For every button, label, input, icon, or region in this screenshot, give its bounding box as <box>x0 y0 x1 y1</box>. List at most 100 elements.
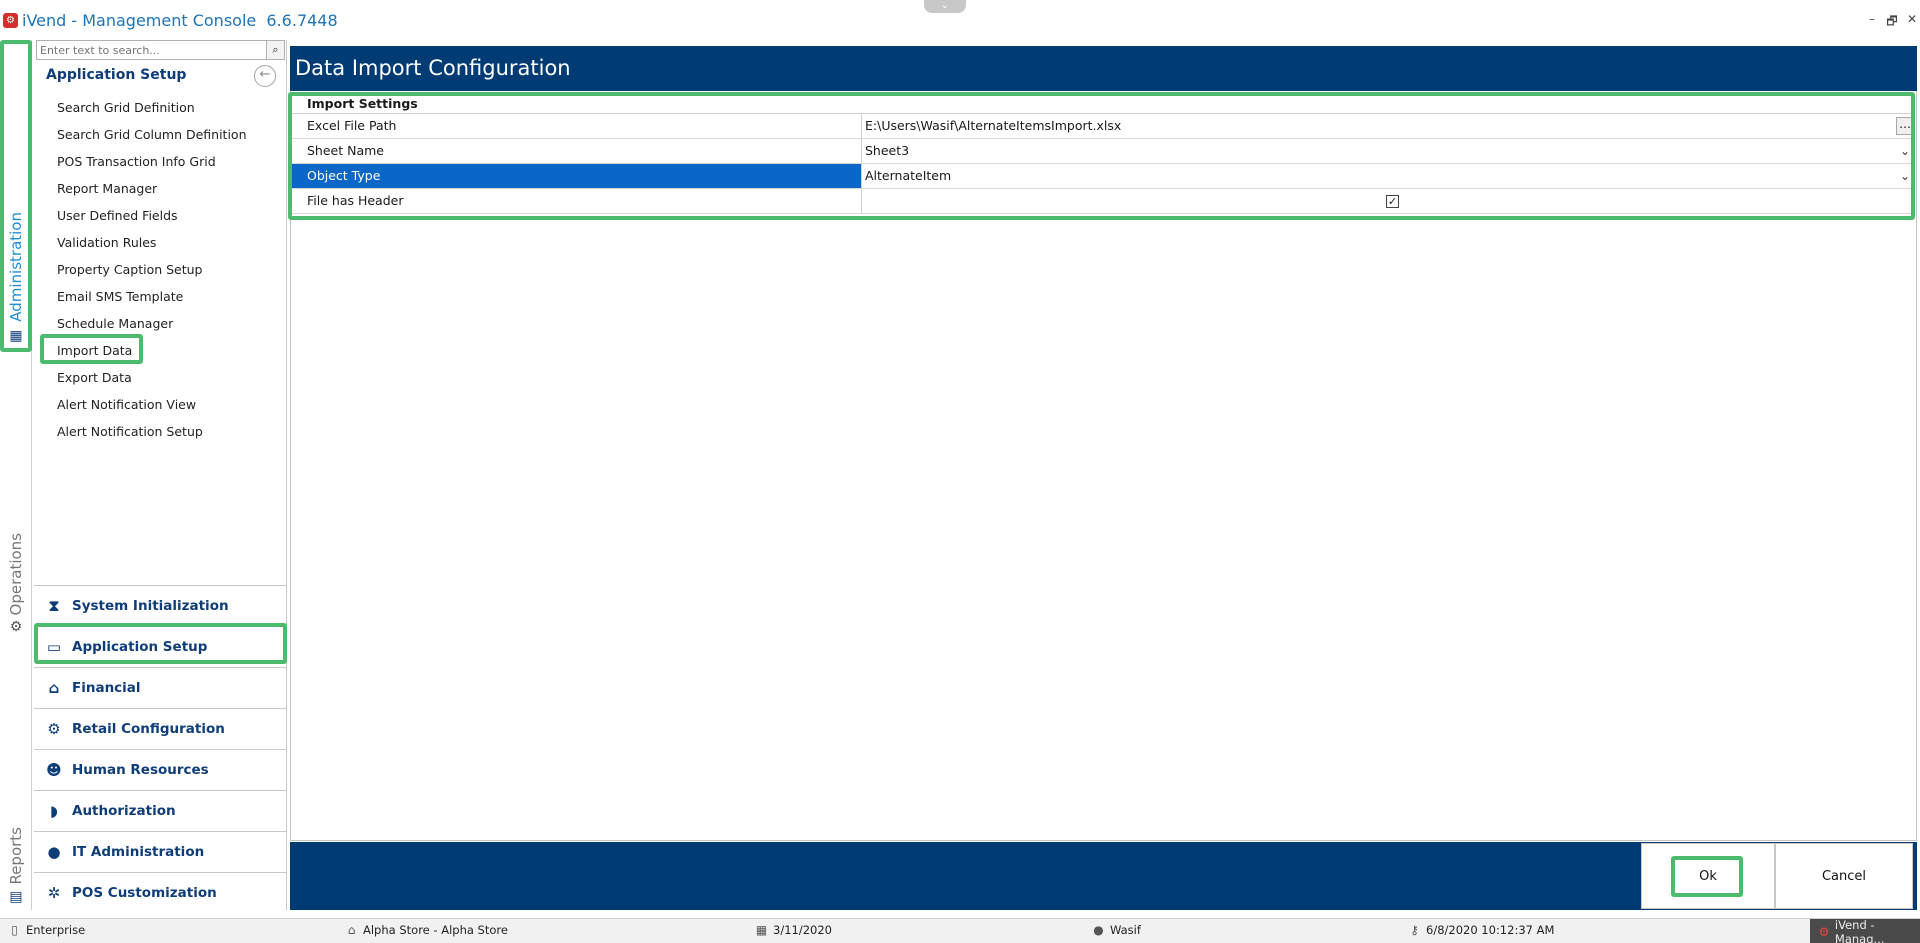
property-value: E:\Users\Wasif\AlternateItemsImport.xlsx <box>865 118 1122 133</box>
back-arrow-icon[interactable]: ← <box>254 65 276 87</box>
app-icon: ⚙ <box>1818 924 1830 939</box>
status-bar: ▯ Enterprise ⌂ Alpha Store - Alpha Store… <box>0 918 1920 943</box>
property-value: AlternateItem <box>865 168 952 183</box>
page-title: Data Import Configuration <box>290 46 1917 91</box>
grid-category: Import Settings <box>291 94 1914 114</box>
sheet-name-select[interactable]: Sheet3 ⌄ <box>862 139 1914 163</box>
status-login-time: ⚷ 6/8/2020 10:12:37 AM <box>1408 923 1554 937</box>
document-icon: ▯ <box>11 923 18 937</box>
sidebar-item-export-data[interactable]: Export Data <box>34 364 287 391</box>
status-text: iVend - Manag... <box>1834 917 1885 943</box>
module-label: System Initialization <box>72 598 229 614</box>
close-button[interactable]: ✕ <box>1904 12 1920 26</box>
building-icon: ▦ <box>9 328 23 344</box>
sidebar-item-search-grid-definition[interactable]: Search Grid Definition <box>34 94 287 121</box>
calendar-icon: ▦ <box>755 923 768 937</box>
sidebar-item-search-grid-column-definition[interactable]: Search Grid Column Definition <box>34 121 287 148</box>
module-authorization[interactable]: ◗ Authorization <box>34 790 287 831</box>
sidebar-item-email-sms-template[interactable]: Email SMS Template <box>34 283 287 310</box>
minimize-button[interactable]: – <box>1864 12 1880 26</box>
chevron-down-icon[interactable]: ⌄ <box>1900 139 1910 163</box>
module-system-initialization[interactable]: ⧗ System Initialization <box>34 585 287 626</box>
module-application-setup[interactable]: ▭ Application Setup <box>34 626 287 667</box>
module-label: Authorization <box>72 803 176 819</box>
sidebar-item-import-data[interactable]: Import Data <box>34 337 287 364</box>
status-text: 3/11/2020 <box>773 923 832 937</box>
rail-tab-reports[interactable]: Reports ▤ <box>0 815 32 905</box>
grid-row-file-has-header[interactable]: File has Header ✓ <box>291 189 1914 214</box>
module-label: POS Customization <box>72 885 217 901</box>
object-type-select[interactable]: AlternateItem ⌄ <box>862 164 1914 188</box>
section-title: Application Setup <box>46 67 187 83</box>
chevron-down-icon[interactable]: ⌄ <box>1900 164 1910 188</box>
rail-tab-administration[interactable]: Administration ▦ <box>0 40 32 350</box>
grid-row-object-type[interactable]: Object Type AlternateItem ⌄ <box>291 164 1914 189</box>
report-icon: ▤ <box>9 889 23 905</box>
ok-button[interactable]: Ok <box>1641 843 1775 909</box>
app-icon: ⚙ <box>3 13 18 28</box>
user-icon: ● <box>47 843 61 861</box>
property-grid: Import Settings Excel File Path E:\Users… <box>291 94 1914 214</box>
module-rail: Administration ▦ Operations ⚙ Reports ▤ <box>0 40 32 910</box>
module-label: Application Setup <box>72 639 208 655</box>
hourglass-icon: ⧗ <box>48 597 60 615</box>
status-text: Alpha Store - Alpha Store <box>363 923 508 937</box>
rail-tab-label: Reports <box>7 827 25 885</box>
module-human-resources[interactable]: ☻ Human Resources <box>34 749 287 790</box>
bank-icon: ⌂ <box>48 679 60 697</box>
grid-row-sheet-name[interactable]: Sheet Name Sheet3 ⌄ <box>291 139 1914 164</box>
restore-button[interactable]: 🗗 <box>1884 12 1900 33</box>
status-text: 6/8/2020 10:12:37 AM <box>1426 923 1555 937</box>
sidebar: ⌕ Application Setup ← Search Grid Defini… <box>34 40 287 910</box>
module-label: Financial <box>72 680 141 696</box>
chevron-down-icon[interactable]: ⌄ <box>924 0 966 13</box>
module-retail-configuration[interactable]: ⚙ Retail Configuration <box>34 708 287 749</box>
sidebar-item-property-caption-setup[interactable]: Property Caption Setup <box>34 256 287 283</box>
sidebar-item-report-manager[interactable]: Report Manager <box>34 175 287 202</box>
taskbar-app-button[interactable]: ⚙ iVend - Manag... <box>1810 917 1920 943</box>
gears-icon: ⚙ <box>47 720 61 738</box>
module-label: Human Resources <box>72 762 209 778</box>
sidebar-item-alert-notification-view[interactable]: Alert Notification View <box>34 391 287 418</box>
status-enterprise: ▯ Enterprise <box>8 923 85 937</box>
customize-icon: ✲ <box>47 884 61 902</box>
property-name: Object Type <box>291 164 862 188</box>
status-text: Enterprise <box>26 923 86 937</box>
property-grid-panel: Import Settings Excel File Path E:\Users… <box>290 91 1917 841</box>
status-user: ● Wasif <box>1092 923 1141 937</box>
rail-tab-label: Administration <box>7 212 25 322</box>
module-label: Retail Configuration <box>72 721 225 737</box>
sidebar-item-schedule-manager[interactable]: Schedule Manager <box>34 310 287 337</box>
sidebar-item-pos-transaction-info-grid[interactable]: POS Transaction Info Grid <box>34 148 287 175</box>
action-bar: Ok Cancel <box>290 842 1917 910</box>
user-icon: ● <box>1093 923 1104 937</box>
sidebar-item-user-defined-fields[interactable]: User Defined Fields <box>34 202 287 229</box>
excel-file-path-field[interactable]: E:\Users\Wasif\AlternateItemsImport.xlsx… <box>862 114 1914 138</box>
status-text: Wasif <box>1110 923 1141 937</box>
search-icon[interactable]: ⌕ <box>266 41 284 59</box>
property-value: Sheet3 <box>865 143 910 158</box>
sub-menu-list: Search Grid Definition Search Grid Colum… <box>34 94 287 445</box>
module-pos-customization[interactable]: ✲ POS Customization <box>34 872 287 913</box>
shield-icon: ◗ <box>50 802 58 820</box>
window-title: iVend - Management Console 6.6.7448 <box>22 11 338 30</box>
key-icon: ⚷ <box>1410 923 1419 937</box>
file-has-header-checkbox[interactable]: ✓ <box>1386 195 1399 208</box>
file-has-header-field: ✓ <box>862 189 1914 213</box>
module-list: ⧗ System Initialization ▭ Application Se… <box>34 585 287 913</box>
terminal-window-icon: ▭ <box>46 638 62 656</box>
person-search-icon: ☻ <box>46 761 62 779</box>
browse-button[interactable]: … <box>1896 117 1914 135</box>
sidebar-item-alert-notification-setup[interactable]: Alert Notification Setup <box>34 418 287 445</box>
module-label: IT Administration <box>72 844 205 860</box>
title-bar: ⚙ iVend - Management Console 6.6.7448 ⌄ … <box>0 0 1920 40</box>
rail-tab-operations[interactable]: Operations ⚙ <box>0 525 32 635</box>
search-input[interactable] <box>37 41 266 59</box>
store-icon: ⌂ <box>347 923 356 937</box>
status-date: ▦ 3/11/2020 <box>755 923 832 937</box>
module-financial[interactable]: ⌂ Financial <box>34 667 287 708</box>
grid-row-excel-file-path[interactable]: Excel File Path E:\Users\Wasif\Alternate… <box>291 114 1914 139</box>
sidebar-item-validation-rules[interactable]: Validation Rules <box>34 229 287 256</box>
module-it-administration[interactable]: ● IT Administration <box>34 831 287 872</box>
cancel-button[interactable]: Cancel <box>1775 843 1913 909</box>
